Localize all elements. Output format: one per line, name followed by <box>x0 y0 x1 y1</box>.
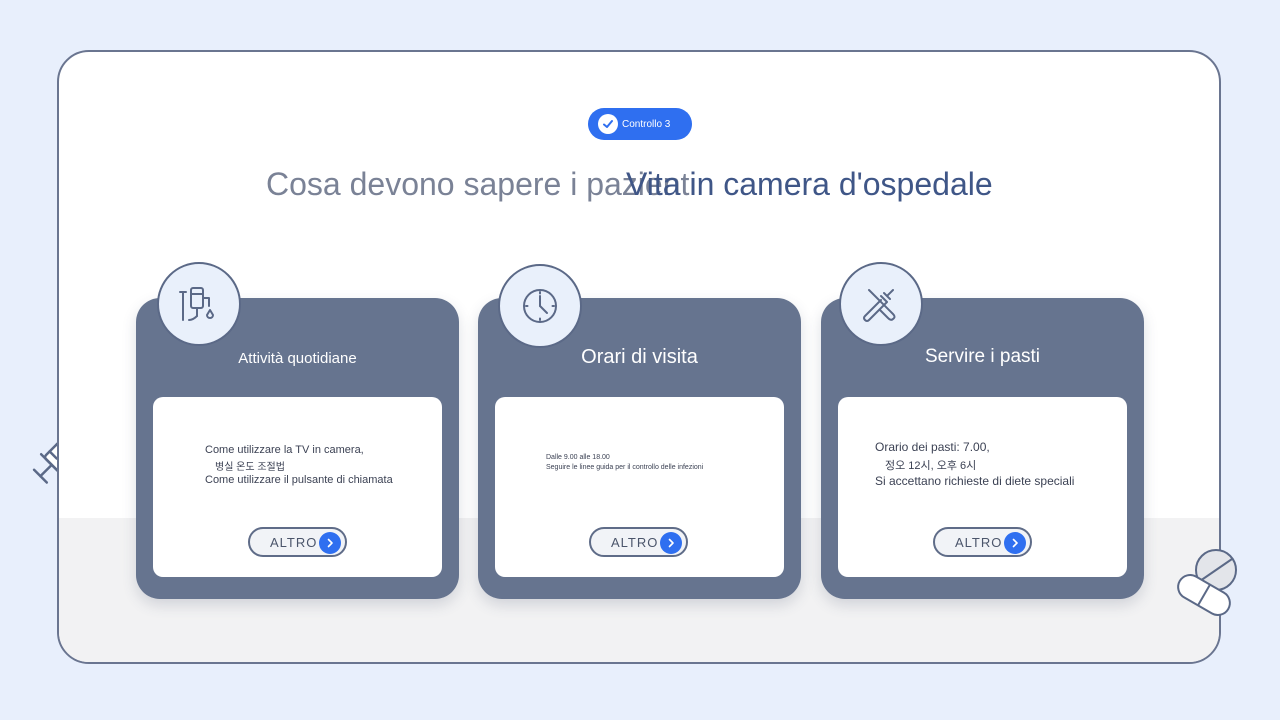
card-line: 병실 온도 조절법 <box>215 462 285 473</box>
pills-icon <box>1177 549 1237 616</box>
more-button[interactable]: ALTRO <box>933 527 1032 557</box>
more-button-label: ALTRO <box>270 535 318 550</box>
status-badge: Controllo 3 <box>588 108 692 140</box>
iv-drip-icon <box>157 262 241 346</box>
card-line: Si accettano richieste di diete speciali <box>875 474 1075 488</box>
clock-icon <box>498 264 582 348</box>
card-line: Seguire le linee guida per il controllo … <box>546 464 704 471</box>
card-line: Come utilizzare il pulsante di chiamata <box>205 474 393 486</box>
card-title: Orari di visita <box>581 346 698 368</box>
badge-label: Controllo 3 <box>622 118 671 130</box>
title-secondary: Vita in camera d'ospedale <box>626 166 993 202</box>
card-line: Dalle 9.00 alle 18.00 <box>546 454 610 461</box>
page-title: Cosa devono sapere i pazienti Vita in ca… <box>0 166 1280 210</box>
chevron-right-icon <box>319 532 341 554</box>
card-line: Come utilizzare la TV in camera, <box>205 444 364 456</box>
chevron-right-icon <box>1004 532 1026 554</box>
chevron-right-icon <box>660 532 682 554</box>
card-title: Servire i pasti <box>924 346 1041 367</box>
check-icon <box>598 114 618 134</box>
fork-knife-icon <box>839 262 923 346</box>
card-content: Orario dei pasti: 7.00, 정오 12시, 오후 6시 Si… <box>838 397 1127 577</box>
card-title: Attività quotidiane <box>238 350 357 367</box>
more-button-label: ALTRO <box>955 535 1003 550</box>
card-line: Orario dei pasti: 7.00, <box>875 440 990 454</box>
card-line: 정오 12시, 오후 6시 <box>885 460 977 472</box>
card-content: Dalle 9.00 alle 18.00 Seguire le linee g… <box>495 397 784 577</box>
card-content: Come utilizzare la TV in camera, 병실 온도 조… <box>153 397 442 577</box>
more-button-label: ALTRO <box>611 535 659 550</box>
more-button[interactable]: ALTRO <box>248 527 347 557</box>
more-button[interactable]: ALTRO <box>589 527 688 557</box>
